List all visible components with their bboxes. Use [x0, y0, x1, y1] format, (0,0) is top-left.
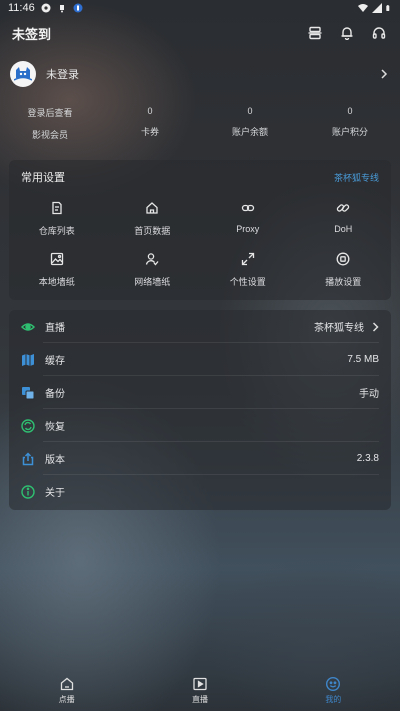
- grid-label: 首页数据: [134, 226, 171, 236]
- user-check-icon: [144, 251, 160, 267]
- battery-icon: [386, 5, 390, 11]
- list-label: 恢复: [45, 422, 65, 433]
- status-time: 11:46: [8, 2, 35, 14]
- list-label: 直播: [45, 323, 65, 334]
- grid-item-home-data[interactable]: 首页数据: [105, 200, 201, 237]
- stat-points[interactable]: 0 账户积分: [300, 106, 400, 146]
- app-badge-icon: [73, 3, 83, 13]
- grid-label: 个性设置: [229, 277, 266, 287]
- cat-logo-icon: [14, 67, 32, 81]
- stat-label: 卡券: [140, 127, 159, 137]
- document-list-icon: [49, 200, 65, 216]
- list-label: 版本: [45, 455, 65, 466]
- nav-tab-mine[interactable]: 我的: [267, 670, 400, 711]
- nav-label: 直播: [191, 695, 208, 704]
- list-item-about[interactable]: 关于: [9, 475, 391, 508]
- grid-item-personalization[interactable]: 个性设置: [200, 251, 296, 288]
- share-icon: [21, 451, 35, 466]
- app-header: 未签到: [0, 22, 400, 44]
- list-item-restore[interactable]: 恢复: [9, 409, 391, 442]
- list-item-version[interactable]: 版本 2.3.8: [9, 442, 391, 475]
- account-stats: 登录后查看 影视会员 0 卡券 0 账户余额 0 账户积分: [0, 106, 400, 146]
- scan-icon[interactable]: [306, 24, 324, 42]
- list-value: 手动: [359, 389, 379, 400]
- list-item-backup[interactable]: 备份 手动: [9, 376, 391, 409]
- grid-label: 本地墙纸: [38, 277, 75, 287]
- list-value: 7.5 MB: [347, 354, 379, 365]
- wifi-icon: [358, 4, 368, 12]
- status-bar: 11:46: [0, 0, 400, 16]
- map-icon: [21, 353, 35, 367]
- stat-value: 0: [347, 106, 353, 116]
- grid-label: 播放设置: [325, 277, 362, 287]
- copy-icon: [21, 386, 35, 400]
- stat-label: 账户余额: [231, 127, 268, 137]
- signal-icon: [372, 3, 382, 13]
- list-value: 2.3.8: [356, 453, 379, 464]
- stop-circle-icon: [335, 251, 351, 267]
- info-icon: [21, 484, 35, 499]
- section-title: 常用设置: [21, 172, 65, 184]
- refresh-icon: [21, 418, 35, 433]
- grid-item-repo-list[interactable]: 仓库列表: [9, 200, 105, 237]
- list-value: 茶杯狐专线: [314, 323, 364, 334]
- nav-tab-live[interactable]: 直播: [133, 670, 266, 711]
- grid-item-local-wallpaper[interactable]: 本地墙纸: [9, 251, 105, 288]
- checkin-status-title[interactable]: 未签到: [12, 24, 51, 43]
- stat-label: 影视会员: [31, 130, 68, 140]
- headphones-icon[interactable]: [370, 24, 388, 42]
- home-icon: [144, 200, 160, 216]
- source-link[interactable]: 茶杯狐专线: [334, 171, 379, 184]
- nav-label: 我的: [325, 695, 342, 704]
- list-label: 缓存: [45, 356, 65, 367]
- list-label: 关于: [45, 488, 65, 499]
- grid-item-network-wallpaper[interactable]: 网络墙纸: [105, 251, 201, 288]
- stat-balance[interactable]: 0 账户余额: [200, 106, 300, 146]
- play-icon: [193, 677, 207, 691]
- notification-icon: [59, 5, 64, 13]
- chain-icon: [335, 200, 351, 216]
- vpn-icon: [41, 3, 51, 13]
- grid-label: Proxy: [236, 224, 260, 234]
- grid-label: DoH: [334, 224, 353, 234]
- expand-icon: [240, 251, 256, 267]
- grid-item-playback-settings[interactable]: 播放设置: [296, 251, 392, 288]
- bell-icon[interactable]: [338, 24, 356, 42]
- avatar[interactable]: [10, 61, 36, 87]
- user-profile-row[interactable]: 未登录: [10, 60, 392, 88]
- grid-label: 仓库列表: [38, 226, 75, 236]
- image-icon: [49, 251, 65, 267]
- nav-label: 点播: [58, 695, 75, 704]
- grid-item-proxy[interactable]: Proxy: [200, 200, 296, 237]
- smile-icon: [326, 676, 341, 692]
- stat-vip[interactable]: 登录后查看 影视会员: [0, 106, 100, 146]
- stat-label: 账户积分: [331, 127, 368, 137]
- list-item-live[interactable]: 直播 茶杯狐专线: [9, 310, 391, 343]
- stat-value: 登录后查看: [27, 108, 73, 118]
- stat-coupons[interactable]: 0 卡券: [100, 106, 200, 146]
- bottom-nav: 点播 直播 我的: [0, 670, 400, 711]
- list-label: 备份: [45, 389, 65, 400]
- home-icon: [60, 677, 73, 691]
- nav-tab-vod[interactable]: 点播: [0, 670, 133, 711]
- chevron-right-icon: [372, 321, 379, 332]
- common-settings-card: 常用设置 茶杯狐专线 仓库列表 首页数据 Proxy DoH 本地墙纸 网络墙纸…: [9, 160, 391, 300]
- user-name: 未登录: [46, 69, 79, 81]
- chevron-right-icon: [381, 69, 388, 79]
- stat-value: 0: [147, 106, 153, 116]
- grid-item-doh[interactable]: DoH: [296, 200, 392, 237]
- stat-value: 0: [247, 106, 253, 116]
- grid-label: 网络墙纸: [134, 277, 171, 287]
- settings-list-card: 直播 茶杯狐专线 缓存 7.5 MB 备份 手动 恢复 版本 2.3.8 关于: [9, 310, 391, 510]
- list-item-cache[interactable]: 缓存 7.5 MB: [9, 343, 391, 376]
- link-icon: [240, 200, 256, 216]
- eye-icon: [21, 320, 35, 334]
